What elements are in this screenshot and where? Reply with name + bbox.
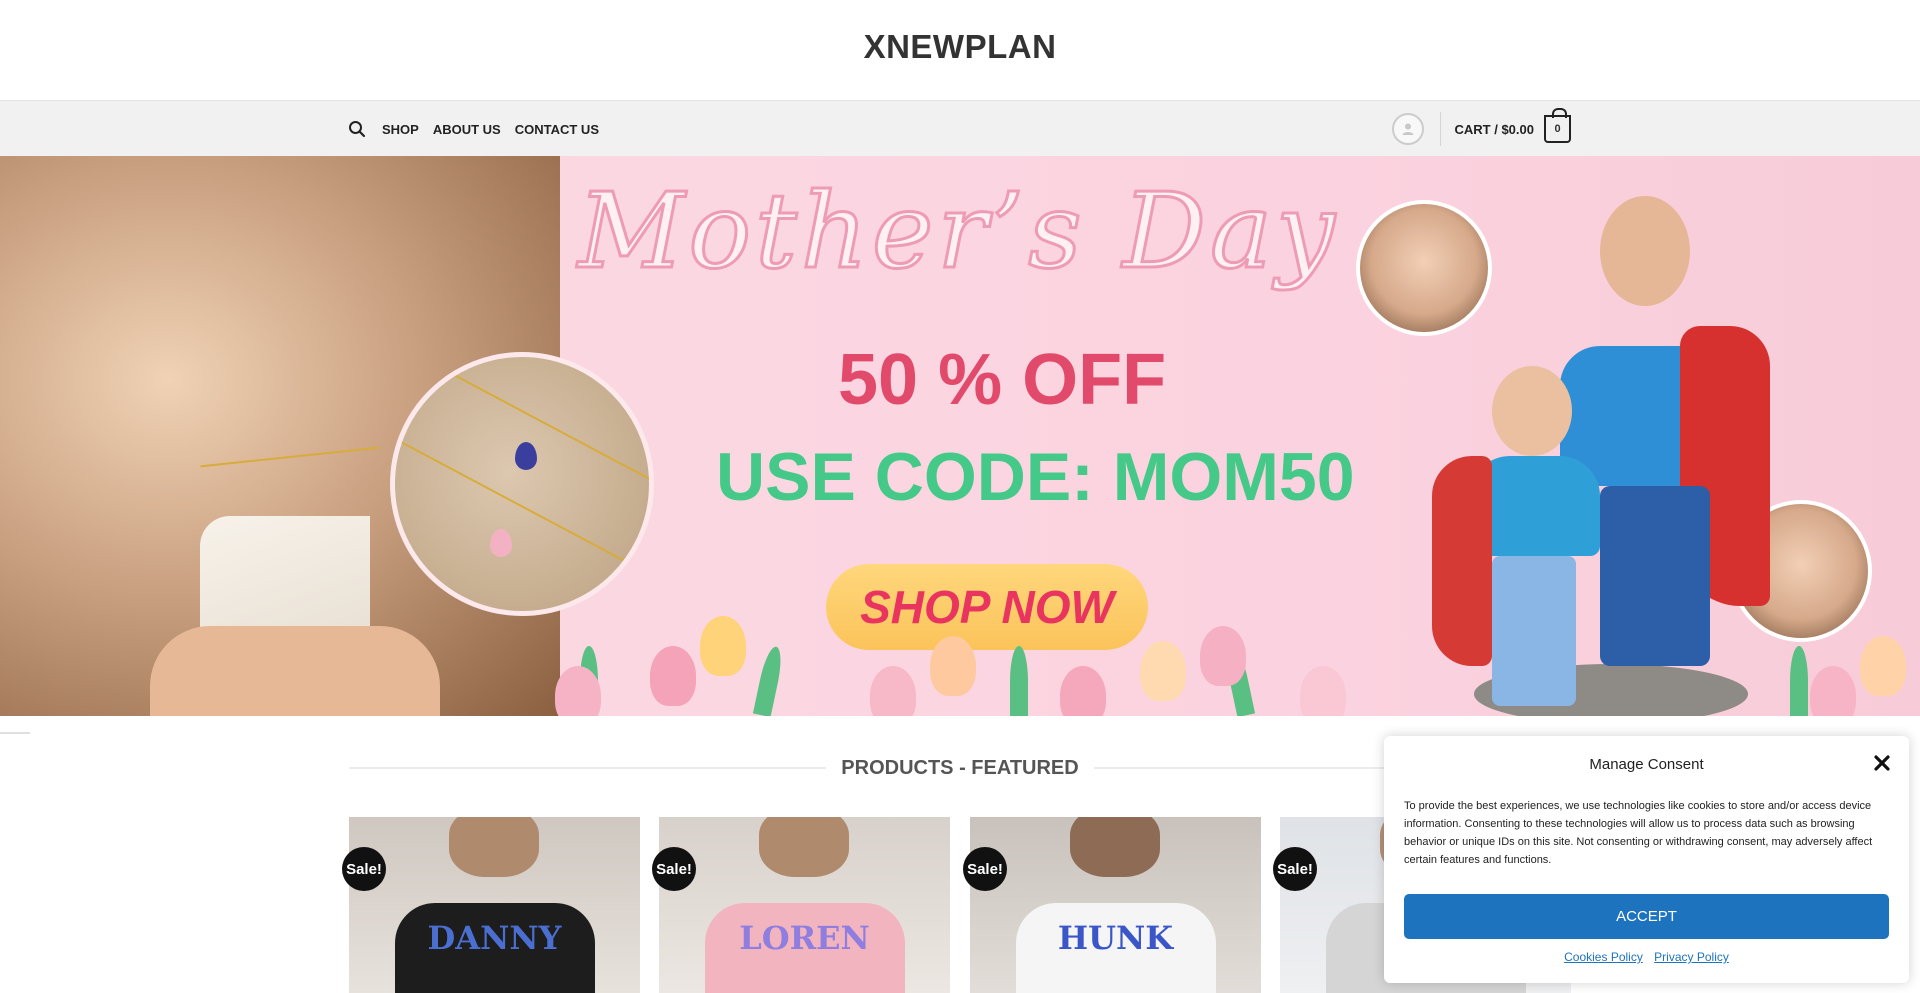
tulip-decoration [1300, 666, 1346, 716]
nav-shop[interactable]: SHOP [382, 122, 419, 137]
main-nav: SHOP ABOUT US CONTACT US CART / $0.00 0 [0, 100, 1920, 156]
leaf-decoration [752, 644, 786, 716]
model-head [449, 817, 539, 877]
cart-count-badge[interactable]: 0 [1544, 108, 1571, 143]
blue-gem [515, 442, 537, 470]
cookies-policy-link[interactable]: Cookies Policy [1564, 950, 1643, 964]
model-head [759, 817, 849, 877]
user-icon[interactable] [1391, 113, 1424, 145]
banner-discount: 50 % OFF [838, 340, 1167, 420]
leaf-decoration [1010, 646, 1028, 716]
product-image: HUNK [970, 817, 1261, 993]
nav-contact-us[interactable]: CONTACT US [515, 122, 599, 137]
hero-banner[interactable]: Mother’s Day 50 % OFF USE CODE: MOM50 SH… [0, 156, 1920, 716]
divider-stub [0, 732, 30, 734]
jewelry-closeup [390, 352, 654, 616]
tulip-decoration [650, 646, 696, 706]
banner-promo-code: USE CODE: MOM50 [716, 439, 1355, 515]
sale-badge: Sale! [1273, 847, 1317, 891]
tshirt-print: LOREN [739, 919, 870, 957]
tulip-decoration [700, 616, 746, 676]
tshirt-print: DANNY [427, 919, 562, 957]
tulip-decoration [1860, 636, 1906, 696]
tulip-decoration [1200, 626, 1246, 686]
banner-headline: Mother’s Day [577, 169, 1339, 294]
search-icon[interactable] [348, 120, 366, 138]
consent-title: Manage Consent [1589, 756, 1704, 773]
sale-badge: Sale! [652, 847, 696, 891]
child-figurine [1492, 366, 1572, 456]
child-figurine-cape [1432, 456, 1492, 666]
tulip-decoration [1060, 666, 1106, 716]
close-icon[interactable] [1873, 750, 1891, 776]
tulip-decoration [1810, 666, 1856, 716]
sale-badge: Sale! [342, 847, 386, 891]
sale-badge: Sale! [963, 847, 1007, 891]
nav-divider [1439, 112, 1441, 146]
tulip-decoration [870, 666, 916, 716]
product-image: LOREN [659, 817, 950, 993]
privacy-policy-link[interactable]: Privacy Policy [1654, 950, 1729, 964]
tulip-decoration [1140, 641, 1186, 701]
child-figurine-legs [1492, 556, 1576, 706]
accept-button[interactable]: ACCEPT [1404, 894, 1889, 939]
heading-line-left [349, 767, 827, 769]
nav-about-us[interactable]: ABOUT US [433, 122, 501, 137]
child-portrait [1356, 200, 1492, 336]
site-logo[interactable]: XNEWPLAN [0, 28, 1920, 66]
bracelet-chain [200, 446, 380, 468]
leaf-decoration [1790, 646, 1808, 716]
mother-figurine [1600, 196, 1690, 306]
hand-decoration [150, 626, 440, 716]
mother-figurine-legs [1600, 486, 1710, 666]
cart-link[interactable]: CART / $0.00 [1455, 122, 1534, 137]
nav-left: SHOP ABOUT US CONTACT US [348, 101, 599, 157]
product-image: DANNY [349, 817, 640, 993]
site-header: XNEWPLAN [0, 0, 1920, 100]
product-card[interactable]: LOREN [659, 817, 950, 993]
shop-now-button[interactable]: SHOP NOW [826, 564, 1148, 650]
model-head [1070, 817, 1160, 877]
consent-body: To provide the best experiences, we use … [1404, 800, 1873, 866]
nav-right: CART / $0.00 0 [1391, 101, 1571, 157]
featured-title: PRODUCTS - FEATURED [841, 756, 1079, 779]
consent-links: Cookies Policy Privacy Policy [1384, 950, 1909, 964]
cookie-consent-dialog: Manage Consent To provide the best exper… [1384, 736, 1909, 983]
product-card[interactable]: DANNY [349, 817, 640, 993]
tulip-decoration [930, 636, 976, 696]
product-card[interactable]: HUNK [970, 817, 1261, 993]
tshirt-print: HUNK [1057, 919, 1174, 957]
pink-gem [490, 529, 512, 557]
